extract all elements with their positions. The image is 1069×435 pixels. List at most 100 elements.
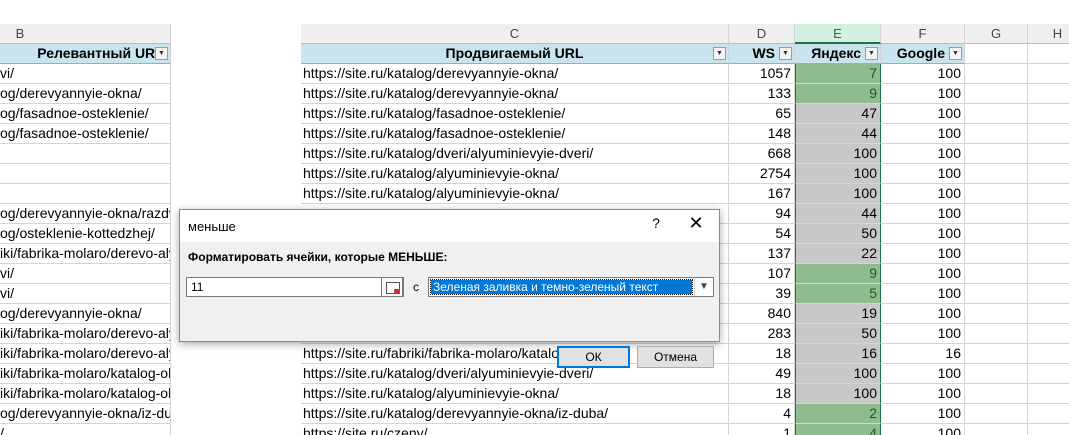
cell-f[interactable]: 100: [881, 324, 965, 344]
cell-h[interactable]: [1028, 424, 1069, 435]
cell-d[interactable]: 94: [729, 204, 795, 224]
cell-g[interactable]: [965, 124, 1028, 144]
cell-b[interactable]: og/fasadnoe-osteklenie/: [0, 124, 171, 144]
cell-c[interactable]: https://site.ru/katalog/alyuminievyie-ok…: [301, 384, 729, 404]
cancel-button[interactable]: Отмена: [637, 346, 714, 368]
cell-f[interactable]: 100: [881, 224, 965, 244]
cell-h[interactable]: [1028, 304, 1069, 324]
cell-b[interactable]: og/derevyannyie-okna/razdvizhnyie-okna/: [0, 204, 171, 224]
cell-g[interactable]: [965, 144, 1028, 164]
cell-f[interactable]: 100: [881, 404, 965, 424]
cell-e[interactable]: 7: [795, 64, 881, 84]
cell-h[interactable]: [1028, 124, 1069, 144]
cell-d[interactable]: 283: [729, 324, 795, 344]
filter-dropdown-icon[interactable]: ▼: [779, 47, 792, 60]
column-header-e[interactable]: E: [795, 24, 881, 44]
cell-f[interactable]: 100: [881, 124, 965, 144]
cell-f[interactable]: 100: [881, 104, 965, 124]
column-header-f[interactable]: F: [881, 24, 965, 44]
cell-c[interactable]: https://site.ru/katalog/alyuminievyie-ok…: [301, 184, 729, 204]
cell-d[interactable]: 4: [729, 404, 795, 424]
cell-c[interactable]: https://site.ru/katalog/derevyannyie-okn…: [301, 404, 729, 424]
cell-g[interactable]: [965, 364, 1028, 384]
header-cell-d[interactable]: WS ▼: [729, 44, 795, 64]
cell-f[interactable]: 100: [881, 384, 965, 404]
cell-h[interactable]: [1028, 344, 1069, 364]
cell-f[interactable]: 100: [881, 424, 965, 435]
cell-g[interactable]: [965, 224, 1028, 244]
cell-d[interactable]: 148: [729, 124, 795, 144]
cell-e[interactable]: 47: [795, 104, 881, 124]
cell-e[interactable]: 4: [795, 424, 881, 435]
cell-e[interactable]: 2: [795, 404, 881, 424]
cell-h[interactable]: [1028, 244, 1069, 264]
cell-h[interactable]: [1028, 404, 1069, 424]
cell-e[interactable]: 100: [795, 364, 881, 384]
filter-dropdown-icon[interactable]: ▼: [713, 47, 726, 60]
cell-d[interactable]: 18: [729, 384, 795, 404]
cell-c[interactable]: https://site.ru/katalog/fasadnoe-ostekle…: [301, 124, 729, 144]
cell-e[interactable]: 22: [795, 244, 881, 264]
cell-g[interactable]: [965, 84, 1028, 104]
cell-c[interactable]: https://site.ru/czeny/: [301, 424, 729, 435]
cell-f[interactable]: 100: [881, 164, 965, 184]
cell-g[interactable]: [965, 324, 1028, 344]
header-cell-c[interactable]: Продвигаемый URL ▼: [301, 44, 729, 64]
cell-g[interactable]: [965, 264, 1028, 284]
cell-b[interactable]: [0, 144, 171, 164]
cell-h[interactable]: [1028, 64, 1069, 84]
cell-b[interactable]: [0, 184, 171, 204]
cell-b[interactable]: iki/fabrika-molaro/derevo-alyuminievyie-…: [0, 344, 171, 364]
cell-b[interactable]: vi/: [0, 264, 171, 284]
cell-d[interactable]: 49: [729, 364, 795, 384]
cell-b[interactable]: [0, 164, 171, 184]
cell-g[interactable]: [965, 404, 1028, 424]
cell-f[interactable]: 100: [881, 304, 965, 324]
cell-g[interactable]: [965, 104, 1028, 124]
cell-b[interactable]: iki/fabrika-molaro/katalog-okna/: [0, 384, 171, 404]
cell-d[interactable]: 1: [729, 424, 795, 435]
cell-g[interactable]: [965, 204, 1028, 224]
cell-e[interactable]: 5: [795, 284, 881, 304]
column-header-b[interactable]: B: [0, 24, 171, 44]
cell-g[interactable]: [965, 164, 1028, 184]
header-cell-e[interactable]: Яндекс ▼: [795, 44, 881, 64]
header-cell-b[interactable]: Релевантный URL ▼: [0, 44, 171, 64]
cell-f[interactable]: 100: [881, 204, 965, 224]
cell-d[interactable]: 133: [729, 84, 795, 104]
filter-dropdown-icon[interactable]: ▼: [865, 47, 878, 60]
cell-h[interactable]: [1028, 184, 1069, 204]
column-header-h[interactable]: H: [1028, 24, 1069, 44]
cell-b[interactable]: og/derevyannyie-okna/iz-duba/: [0, 404, 171, 424]
cell-g[interactable]: [965, 304, 1028, 324]
cell-f[interactable]: 100: [881, 184, 965, 204]
ok-button[interactable]: ОК: [557, 346, 630, 368]
column-header-g[interactable]: G: [965, 24, 1028, 44]
cell-f[interactable]: 100: [881, 64, 965, 84]
cell-e[interactable]: 50: [795, 324, 881, 344]
cell-h[interactable]: [1028, 264, 1069, 284]
threshold-input[interactable]: 11: [186, 277, 404, 297]
cell-e[interactable]: 44: [795, 204, 881, 224]
cell-b[interactable]: og/derevyannyie-okna/: [0, 84, 171, 104]
cell-c[interactable]: https://site.ru/katalog/dveri/alyuminiev…: [301, 144, 729, 164]
cell-h[interactable]: [1028, 384, 1069, 404]
cell-d[interactable]: 167: [729, 184, 795, 204]
help-icon[interactable]: ?: [646, 215, 666, 231]
cell-c[interactable]: https://site.ru/katalog/derevyannyie-okn…: [301, 64, 729, 84]
cell-b[interactable]: iki/fabrika-molaro/derevo-alyuminievyie-…: [0, 244, 171, 264]
cell-h[interactable]: [1028, 324, 1069, 344]
cell-c[interactable]: https://site.ru/katalog/fasadnoe-ostekle…: [301, 104, 729, 124]
cell-b[interactable]: og/fasadnoe-osteklenie/: [0, 104, 171, 124]
cell-e[interactable]: 100: [795, 144, 881, 164]
cell-h[interactable]: [1028, 224, 1069, 244]
empty-cell[interactable]: [965, 44, 1028, 64]
filter-dropdown-icon[interactable]: ▼: [155, 47, 168, 60]
cell-g[interactable]: [965, 424, 1028, 435]
cell-e[interactable]: 19: [795, 304, 881, 324]
cell-c[interactable]: https://site.ru/katalog/derevyannyie-okn…: [301, 84, 729, 104]
close-icon[interactable]: ✕: [685, 213, 707, 234]
range-select-button[interactable]: [381, 277, 403, 297]
cell-f[interactable]: 100: [881, 244, 965, 264]
cell-e[interactable]: 50: [795, 224, 881, 244]
